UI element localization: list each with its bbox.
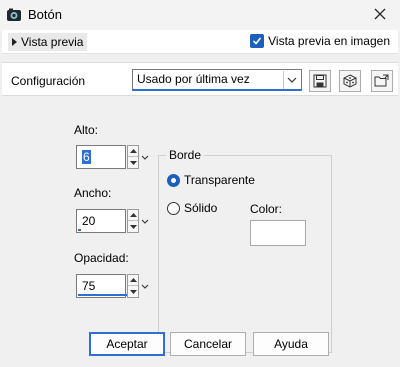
spin-up-icon[interactable]: [128, 210, 138, 221]
radio-solido[interactable]: Sólido: [167, 201, 217, 215]
radio-solido-label: Sólido: [184, 201, 218, 215]
preview-bar: Vista previa Vista previa en imagen: [2, 30, 398, 54]
opacidad-spinbox[interactable]: 75: [76, 274, 150, 298]
alto-stepper[interactable]: [127, 145, 139, 169]
opacidad-stepper[interactable]: [127, 274, 139, 298]
close-icon: [374, 8, 386, 23]
window-title: Botón: [28, 7, 62, 22]
spin-up-icon[interactable]: [128, 275, 138, 286]
ancho-label: Ancho:: [74, 186, 112, 200]
chevron-down-icon: [283, 71, 299, 89]
save-icon: [313, 74, 327, 88]
spin-down-icon[interactable]: [128, 286, 138, 297]
folder-icon: [374, 74, 389, 87]
help-button[interactable]: Ayuda: [253, 332, 329, 356]
ancho-input[interactable]: 20: [76, 209, 126, 233]
spin-up-icon[interactable]: [128, 146, 138, 157]
preview-toggle-label: Vista previa: [21, 35, 84, 49]
radio-transparente[interactable]: Transparente: [167, 173, 255, 187]
randomize-button[interactable]: [339, 70, 361, 92]
alto-input[interactable]: 6: [76, 145, 126, 169]
load-preset-button[interactable]: [371, 70, 393, 92]
cancel-button[interactable]: Cancelar: [170, 332, 246, 356]
radio-button[interactable]: [167, 201, 180, 215]
chevron-down-icon[interactable]: [140, 274, 150, 298]
color-swatch[interactable]: [250, 220, 306, 246]
ancho-spinbox[interactable]: 20: [76, 209, 150, 233]
config-select[interactable]: Usado por última vez: [132, 69, 302, 91]
alto-spinbox[interactable]: 6: [76, 145, 150, 169]
title-bar: Botón: [0, 0, 400, 30]
opacidad-label: Opacidad:: [74, 251, 129, 265]
close-button[interactable]: [366, 2, 394, 28]
opacidad-input[interactable]: 75: [76, 274, 132, 298]
chevron-down-icon[interactable]: [140, 209, 150, 233]
settings-panel: Alto: 6 Ancho: 20 Opacidad: 75 Borde Tra…: [2, 98, 398, 353]
spin-down-icon[interactable]: [128, 157, 138, 168]
dialog-window: Botón Vista previa Vista previa en image…: [0, 0, 400, 367]
config-label: Configuración: [11, 74, 86, 88]
ok-button[interactable]: Aceptar: [89, 332, 165, 356]
spin-down-icon[interactable]: [128, 221, 138, 232]
color-label: Color:: [250, 202, 283, 216]
config-select-value: Usado por última vez: [137, 72, 250, 86]
alto-label: Alto:: [74, 123, 99, 137]
chevron-down-icon[interactable]: [140, 145, 150, 169]
app-icon: [6, 7, 22, 23]
caret-right-icon: [12, 38, 17, 46]
radio-button-selected[interactable]: [167, 173, 180, 187]
radio-transparente-label: Transparente: [184, 173, 255, 187]
preview-on-image-option[interactable]: Vista previa en imagen: [250, 34, 390, 48]
borde-group-title: Borde: [166, 148, 205, 162]
dice-icon: [343, 74, 357, 88]
preview-toggle-button[interactable]: Vista previa: [8, 33, 88, 51]
preview-on-image-label: Vista previa en imagen: [268, 34, 390, 48]
checkmark-icon: [253, 37, 262, 45]
config-row: Configuración Usado por última vez: [2, 62, 398, 96]
save-preset-button[interactable]: [309, 70, 331, 92]
preview-on-image-checkbox[interactable]: [250, 34, 265, 48]
ancho-stepper[interactable]: [127, 209, 139, 233]
